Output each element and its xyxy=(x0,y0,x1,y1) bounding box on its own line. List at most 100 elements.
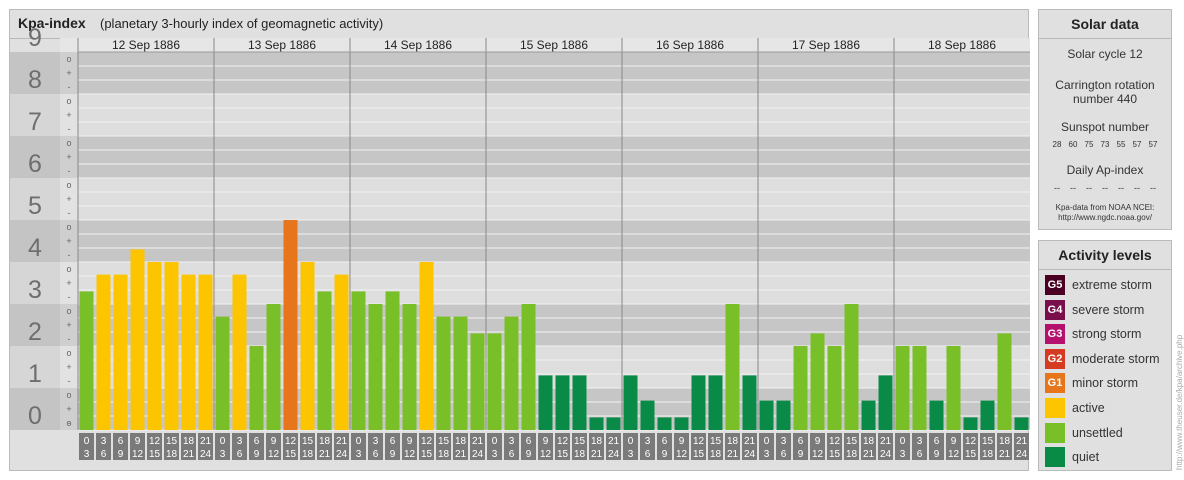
hour-end-label: 9 xyxy=(526,449,532,460)
minor-tick-label: + xyxy=(66,236,71,246)
hour-end-label: 15 xyxy=(421,449,433,460)
hour-start-label: 3 xyxy=(101,436,107,447)
y-tick-label: 3 xyxy=(28,276,42,304)
hour-start-label: 6 xyxy=(662,436,668,447)
hour-end-label: 24 xyxy=(608,449,620,460)
ap-value: -- xyxy=(1102,183,1108,193)
activity-level-label: minor storm xyxy=(1072,376,1138,391)
activity-levels-title: Activity levels xyxy=(1039,241,1171,270)
ap-value: -- xyxy=(1086,183,1092,193)
minor-tick-label: + xyxy=(66,110,71,120)
hour-start-label: 6 xyxy=(390,436,396,447)
kp-bar xyxy=(504,316,519,430)
plot-band xyxy=(78,94,1030,136)
kp-bar xyxy=(249,346,264,430)
hour-end-label: 3 xyxy=(628,449,634,460)
hour-end-label: 15 xyxy=(965,449,977,460)
hour-start-label: 9 xyxy=(407,436,413,447)
hour-start-label: 12 xyxy=(285,436,297,447)
y-tick-label: 1 xyxy=(28,360,42,388)
kp-bar xyxy=(555,375,570,430)
y-tick-label: 2 xyxy=(28,318,42,346)
hour-start-label: 3 xyxy=(645,436,651,447)
hour-start-label: 15 xyxy=(166,436,178,447)
hour-end-label: 12 xyxy=(132,449,144,460)
minor-tick-label: - xyxy=(68,376,71,386)
kp-bar xyxy=(844,304,859,430)
activity-level-label: moderate storm xyxy=(1072,351,1160,366)
hour-end-label: 12 xyxy=(540,449,552,460)
kpa-panel: Kpa-index (planetary 3-hourly index of g… xyxy=(9,9,1030,471)
minor-tick-label: o xyxy=(66,348,71,358)
hour-end-label: 15 xyxy=(693,449,705,460)
kp-bar xyxy=(368,304,383,430)
hour-start-label: 9 xyxy=(815,436,821,447)
y-tick-label: 6 xyxy=(28,150,42,178)
sunspot-value: 55 xyxy=(1116,140,1126,149)
hour-end-label: 9 xyxy=(254,449,260,460)
kp-bar xyxy=(640,400,655,430)
hour-start-label: 3 xyxy=(509,436,515,447)
minor-tick-label: o xyxy=(66,306,71,316)
hour-start-label: 18 xyxy=(999,436,1011,447)
minor-tick-label: + xyxy=(66,194,71,204)
y-tick-label: 7 xyxy=(28,108,42,136)
kp-bar xyxy=(130,249,145,430)
minor-tick-label: + xyxy=(66,362,71,372)
plot-band xyxy=(78,136,1030,178)
hour-start-label: 21 xyxy=(880,436,892,447)
kp-bar xyxy=(946,346,961,430)
sunspot-value: 57 xyxy=(1132,140,1142,149)
minor-tick-label: + xyxy=(66,152,71,162)
day-label: 14 Sep 1886 xyxy=(384,38,452,52)
minor-tick-label: o xyxy=(66,96,71,106)
hour-start-label: 21 xyxy=(200,436,212,447)
activity-level-swatch xyxy=(1045,422,1065,443)
minor-tick-label: o xyxy=(66,54,71,64)
kp-bar xyxy=(453,316,468,430)
hour-end-label: 3 xyxy=(764,449,770,460)
hour-end-label: 21 xyxy=(863,449,875,460)
hour-end-label: 9 xyxy=(798,449,804,460)
hour-start-label: 21 xyxy=(744,436,756,447)
kp-bar xyxy=(708,375,723,430)
hour-start-label: 0 xyxy=(84,436,90,447)
plot-band xyxy=(78,52,1030,94)
minor-tick-label: o xyxy=(66,222,71,232)
hour-end-label: 3 xyxy=(492,449,498,460)
hour-start-label: 3 xyxy=(237,436,243,447)
hour-end-label: 12 xyxy=(404,449,416,460)
kp-bar xyxy=(1014,417,1029,430)
activity-level-label: strong storm xyxy=(1072,327,1142,342)
hour-end-label: 3 xyxy=(84,449,90,460)
activity-level-label: extreme storm xyxy=(1072,278,1152,292)
y-tick-label: 5 xyxy=(28,192,42,220)
kp-bar xyxy=(334,274,349,430)
minor-tick-label: o xyxy=(66,138,71,148)
ap-values: -- -- -- -- -- -- -- xyxy=(1039,183,1171,193)
hour-end-label: 21 xyxy=(727,449,739,460)
activity-level-swatch: G3 xyxy=(1045,324,1065,345)
minor-tick-label: - xyxy=(68,250,71,260)
day-label: 16 Sep 1886 xyxy=(656,38,724,52)
sunspot-title: Sunspot number xyxy=(1060,120,1150,134)
minor-tick-label: + xyxy=(66,278,71,288)
hour-end-label: 24 xyxy=(880,449,892,460)
hour-end-label: 15 xyxy=(285,449,297,460)
hour-start-label: 21 xyxy=(336,436,348,447)
sunspot-value: 60 xyxy=(1068,140,1078,149)
hour-start-label: 18 xyxy=(727,436,739,447)
sunspot-value: 57 xyxy=(1148,140,1158,149)
kp-bar xyxy=(674,417,689,430)
hour-end-label: 21 xyxy=(319,449,331,460)
hour-start-label: 9 xyxy=(135,436,141,447)
sunspot-value: 75 xyxy=(1084,140,1094,149)
kp-bar xyxy=(589,417,604,430)
kp-bar xyxy=(113,274,128,430)
hour-end-label: 12 xyxy=(948,449,960,460)
minor-tick-label: o xyxy=(66,418,71,428)
hour-end-label: 15 xyxy=(149,449,161,460)
hour-end-label: 15 xyxy=(557,449,569,460)
hour-start-label: 9 xyxy=(271,436,277,447)
hour-end-label: 12 xyxy=(676,449,688,460)
